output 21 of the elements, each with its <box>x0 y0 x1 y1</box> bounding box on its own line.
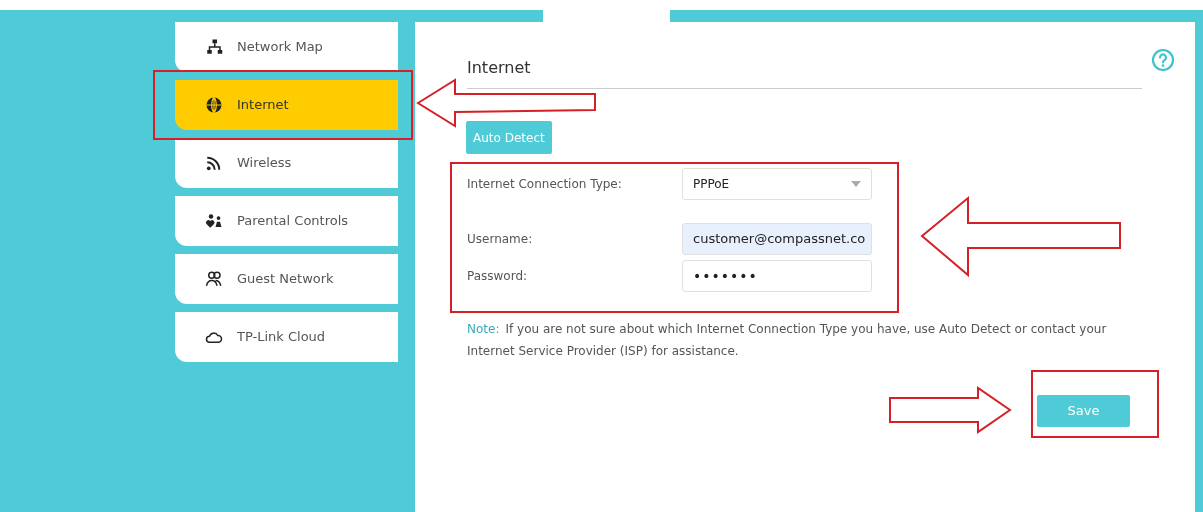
caret-icon <box>851 181 861 187</box>
username-field[interactable]: customer@compassnet.co <box>682 223 872 255</box>
network-map-icon <box>205 38 223 56</box>
globe-icon <box>205 96 223 114</box>
panel-title: Internet <box>467 58 531 77</box>
wifi-icon <box>205 154 223 172</box>
sidebar-item[interactable]: Wireless <box>175 138 398 188</box>
field-label: Password: <box>467 268 529 285</box>
sidebar-item[interactable]: Internet <box>175 80 398 130</box>
password-field[interactable]: ••••••• <box>682 260 872 292</box>
sidebar-item[interactable]: Parental Controls <box>175 196 398 246</box>
connection-type-dropdown[interactable]: PPPoE <box>682 168 872 200</box>
help-icon[interactable] <box>1151 48 1175 72</box>
sidebar-item[interactable]: Network Map <box>175 22 398 72</box>
people-icon <box>205 270 223 288</box>
sidebar-item[interactable]: TP-Link Cloud <box>175 312 398 362</box>
field-label: Username: <box>467 231 534 248</box>
family-icon <box>205 212 223 230</box>
sidebar-item[interactable]: Guest Network <box>175 254 398 304</box>
field-label: Internet Connection Type: <box>467 176 623 193</box>
note-text: Note: If you are not sure about which Internet Connection Type you have, use Auto Detect or contact your Internet Service Provider (ISP) for assistance. <box>467 321 1108 360</box>
